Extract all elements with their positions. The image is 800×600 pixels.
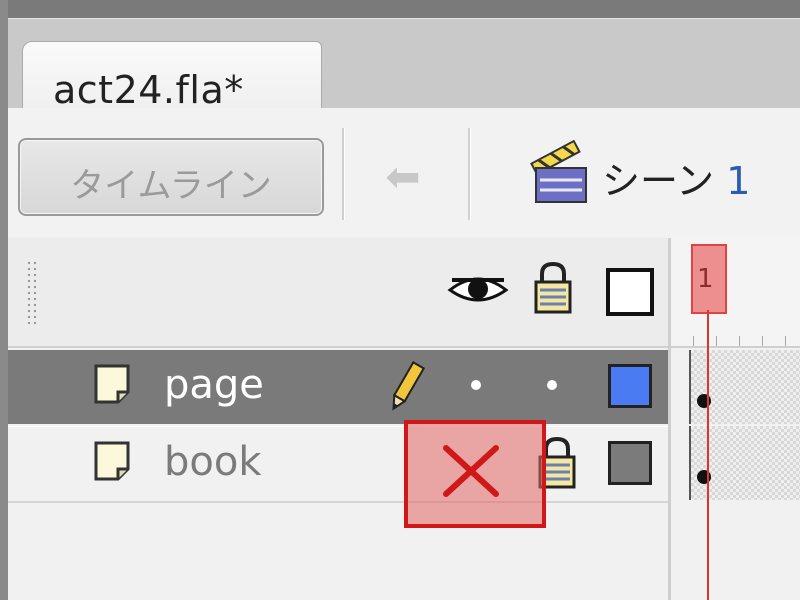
layer-name: book (164, 439, 262, 485)
timeline-toggle-button[interactable]: タイムライン (18, 138, 324, 216)
layer-row-page[interactable]: page (8, 350, 668, 424)
panel-grip-handle[interactable] (26, 260, 36, 326)
document-tab[interactable]: act24.fla* (22, 41, 322, 112)
edit-bar: タイムライン ⬅ シーン 1 (8, 108, 800, 240)
frame-row-book[interactable] (689, 426, 800, 500)
frame-row-page[interactable] (689, 350, 800, 424)
visibility-dot[interactable] (471, 380, 481, 390)
back-arrow-icon[interactable]: ⬅ (368, 152, 438, 202)
eye-icon[interactable] (446, 264, 510, 314)
window-top-edge (0, 0, 800, 18)
pencil-icon (384, 358, 428, 416)
hidden-layer-highlight[interactable] (404, 420, 546, 528)
x-mark-icon (443, 445, 499, 497)
scene-label-text: シーン (602, 159, 715, 203)
layer-icon (90, 439, 136, 485)
lock-icon[interactable] (530, 260, 576, 316)
frame-ruler[interactable]: 1 (671, 238, 800, 348)
outline-color-swatch[interactable] (608, 364, 652, 408)
layer-panel-header (8, 238, 668, 348)
toolbar-separator (342, 128, 344, 220)
document-tab-bar: act24.fla* (8, 18, 800, 112)
flash-window: act24.fla* タイムライン ⬅ シーン 1 page book 1 (0, 0, 800, 600)
playhead-line (707, 310, 709, 600)
lock-dot[interactable] (547, 380, 557, 390)
playhead[interactable]: 1 (691, 244, 727, 314)
window-left-edge (0, 0, 8, 600)
outline-icon[interactable] (606, 268, 654, 316)
layer-panel: page book (8, 238, 668, 600)
layer-row-book[interactable]: book (8, 426, 668, 503)
layer-icon (90, 362, 136, 408)
outline-color-swatch[interactable] (608, 441, 652, 485)
current-frame-number: 1 (697, 264, 714, 294)
scene-breadcrumb[interactable]: シーン 1 (602, 150, 750, 205)
timeline-button-label: タイムライン (70, 166, 272, 206)
clapperboard-icon[interactable] (526, 138, 596, 208)
document-tab-title: act24.fla* (53, 68, 244, 112)
scene-number: 1 (726, 159, 751, 203)
layer-name: page (164, 362, 264, 408)
timeline-frames-panel: 1 (668, 238, 800, 600)
toolbar-separator (468, 128, 470, 220)
